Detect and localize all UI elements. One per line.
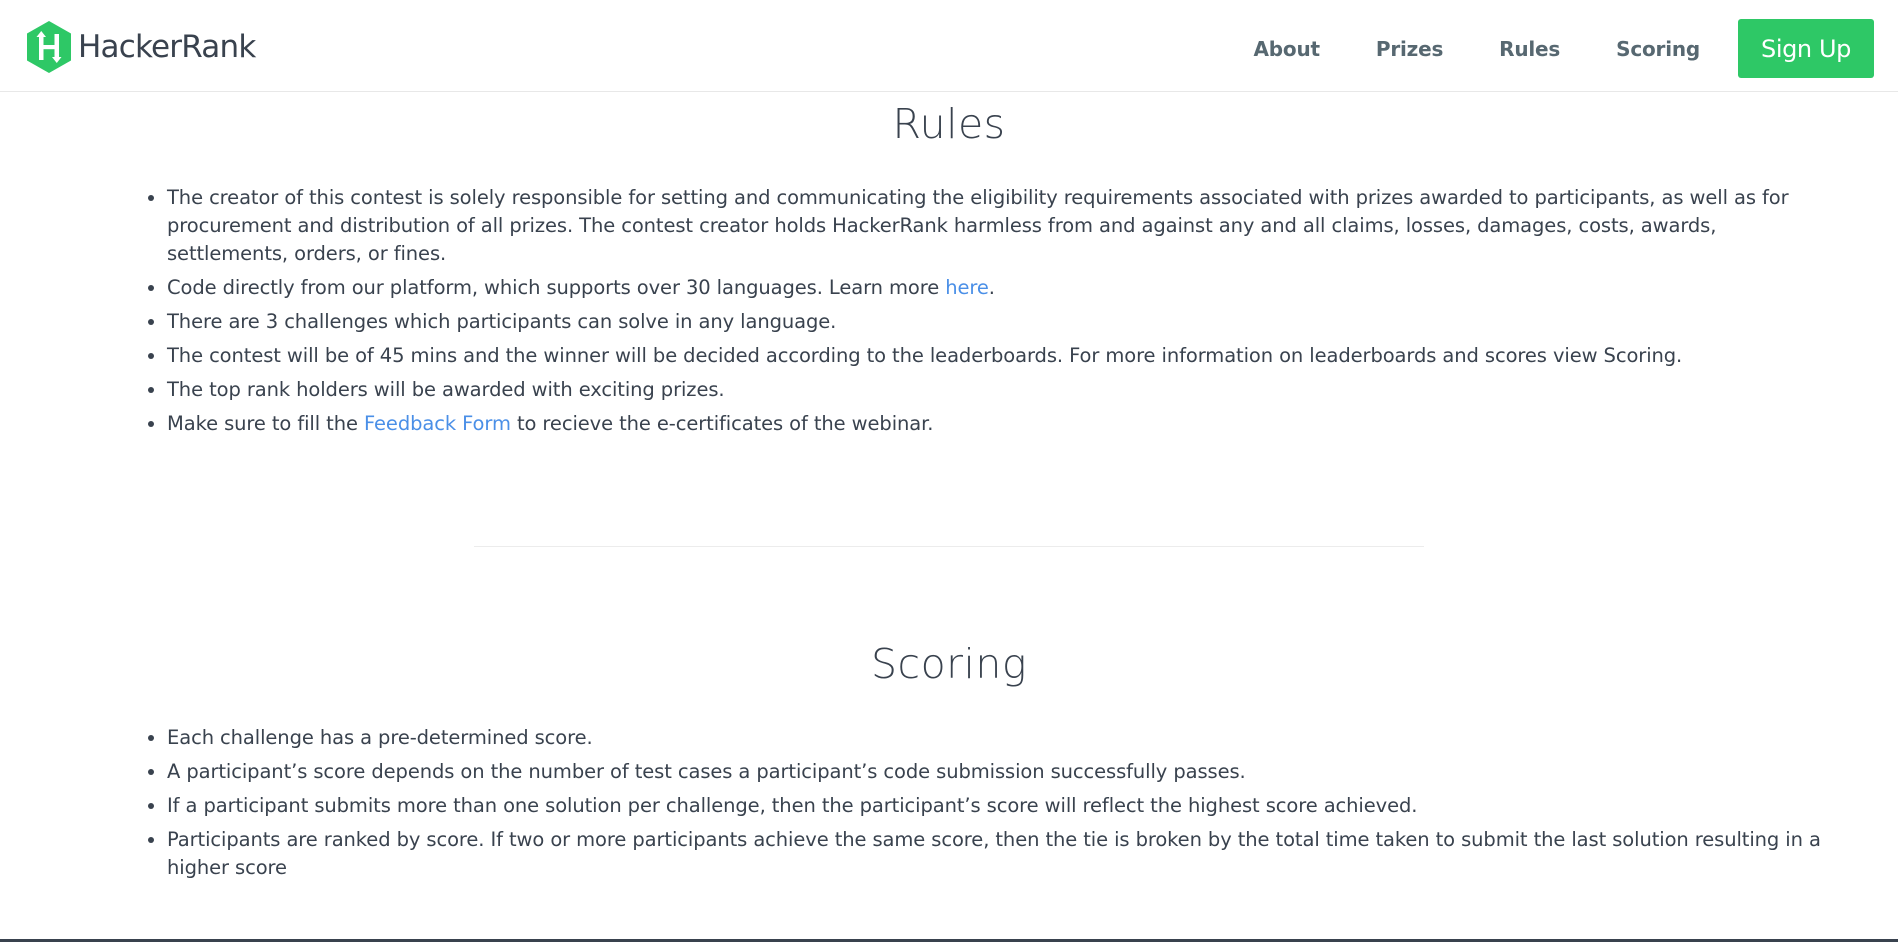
scoring-list: Each challenge has a pre-determined scor… [145,724,1837,888]
logo-text: HackerRank [78,29,256,65]
rules-list-item: Code directly from our platform, which s… [167,274,1837,302]
rules-list-item: The top rank holders will be awarded wit… [167,376,1837,404]
section-divider [474,546,1424,547]
hackerrank-hexagon-icon [27,21,71,73]
feedback-form-link[interactable]: Feedback Form [364,412,511,435]
nav-scoring[interactable]: Scoring [1616,37,1700,61]
nav-prizes[interactable]: Prizes [1376,37,1443,61]
languages-here-link[interactable]: here [945,276,989,299]
rule-text: The top rank holders will be awarded wit… [167,378,725,401]
rule-text: The contest will be of 45 mins and the w… [167,344,1683,367]
nav-rules[interactable]: Rules [1499,37,1560,61]
top-navbar: HackerRank About Prizes Rules Scoring Si… [0,0,1898,92]
rule-text: to recieve the e-certificates of the web… [510,412,934,435]
nav-links: About Prizes Rules Scoring Sign Up [1254,19,1874,78]
sign-up-button[interactable]: Sign Up [1738,19,1874,78]
rules-list-item: The creator of this contest is solely re… [167,184,1837,268]
rule-text: . [988,276,995,299]
hackerrank-logo[interactable]: HackerRank [24,20,256,74]
rules-list-item: Make sure to fill the Feedback Form to r… [167,410,1837,438]
nav-about[interactable]: About [1254,37,1321,61]
rules-list-item: There are 3 challenges which participant… [167,308,1837,336]
rule-text: There are 3 challenges which participant… [167,310,837,333]
rules-list: The creator of this contest is solely re… [145,184,1837,444]
rule-text: The creator of this contest is solely re… [167,186,1789,265]
rule-text: Make sure to fill the [167,412,364,435]
rules-heading: Rules [892,100,1006,148]
rules-list-item: The contest will be of 45 mins and the w… [167,342,1837,370]
scoring-list-item: A participant’s score depends on the num… [167,758,1837,786]
scoring-list-item: If a participant submits more than one s… [167,792,1837,820]
rule-text: Code directly from our platform, which s… [167,276,946,299]
scoring-heading: Scoring [871,640,1027,688]
scoring-list-item: Participants are ranked by score. If two… [167,826,1837,882]
scoring-list-item: Each challenge has a pre-determined scor… [167,724,1837,752]
